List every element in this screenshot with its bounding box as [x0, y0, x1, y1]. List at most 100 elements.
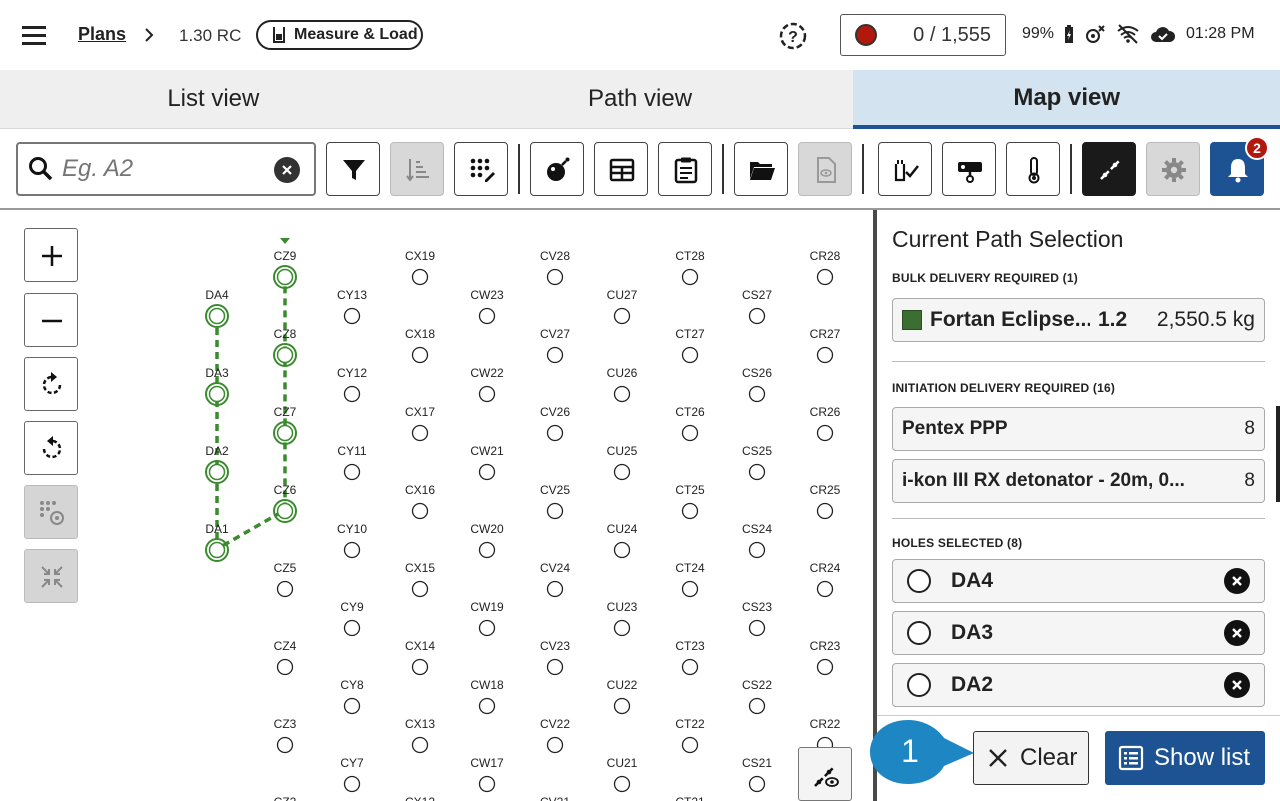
map-hole[interactable]: CY12: [337, 366, 367, 403]
map-hole[interactable]: CX18: [405, 327, 435, 364]
map-hole[interactable]: CR23: [810, 639, 841, 676]
zoom-in-button[interactable]: [24, 228, 78, 282]
breadcrumb-plans-link[interactable]: Plans: [78, 24, 126, 45]
map-hole[interactable]: CS21: [742, 756, 772, 793]
map-hole[interactable]: DA4: [205, 288, 229, 328]
hole-radio[interactable]: [907, 673, 931, 697]
map-hole[interactable]: CW19: [470, 600, 504, 637]
clear-search-icon[interactable]: [274, 157, 300, 183]
map-hole[interactable]: CS25: [742, 444, 772, 481]
map-hole[interactable]: CV22: [540, 717, 570, 754]
tab-map-view[interactable]: Map view: [853, 70, 1280, 129]
map-hole[interactable]: CZ9: [273, 249, 297, 289]
rotate-clockwise-button[interactable]: [24, 357, 78, 411]
remove-hole-icon[interactable]: [1224, 620, 1250, 646]
map-hole[interactable]: CS27: [742, 288, 772, 325]
selected-hole-row[interactable]: DA4: [892, 559, 1265, 603]
map-hole[interactable]: CT23: [675, 639, 705, 676]
map-hole[interactable]: CU27: [607, 288, 638, 325]
measure-load-pill[interactable]: Measure & Load: [256, 20, 423, 50]
map-hole[interactable]: CS24: [742, 522, 772, 559]
map-hole[interactable]: CT28: [675, 249, 705, 286]
path-visibility-button[interactable]: [798, 747, 852, 801]
map-hole[interactable]: CS23: [742, 600, 772, 637]
selected-hole-row[interactable]: DA2: [892, 663, 1265, 707]
map-hole[interactable]: CV21: [540, 795, 570, 801]
map-hole[interactable]: CR27: [810, 327, 841, 364]
map-hole[interactable]: CR24: [810, 561, 841, 598]
map-hole[interactable]: CU22: [607, 678, 638, 715]
hole-visibility-button[interactable]: [24, 485, 78, 539]
map-hole[interactable]: CW23: [470, 288, 504, 325]
map-hole[interactable]: CT21: [675, 795, 705, 801]
explosive-button[interactable]: [530, 142, 584, 196]
map-hole[interactable]: CY11: [337, 444, 367, 481]
map-hole[interactable]: CW22: [470, 366, 504, 403]
initiation-item[interactable]: Pentex PPP 8: [892, 407, 1265, 451]
selected-hole-row[interactable]: DA3: [892, 611, 1265, 655]
map-hole[interactable]: CX19: [405, 249, 435, 286]
bulk-delivery-item[interactable]: Fortan Eclipse... 1.2 2,550.5 kg: [892, 298, 1265, 342]
map-hole[interactable]: CU21: [607, 756, 638, 793]
tab-list-view[interactable]: List view: [0, 70, 427, 129]
help-icon[interactable]: ?: [777, 20, 809, 52]
remove-hole-icon[interactable]: [1224, 568, 1250, 594]
map-hole[interactable]: CV24: [540, 561, 570, 598]
map-hole[interactable]: CW21: [470, 444, 504, 481]
map-hole[interactable]: CY7: [340, 756, 364, 793]
rotate-counterclockwise-button[interactable]: [24, 421, 78, 475]
open-folder-button[interactable]: [734, 142, 788, 196]
tab-path-view[interactable]: Path view: [426, 70, 854, 129]
initiation-item[interactable]: i-kon III RX detonator - 20m, 0... 8: [892, 459, 1265, 503]
map-hole[interactable]: CW18: [470, 678, 504, 715]
map-hole[interactable]: CT22: [675, 717, 705, 754]
map-hole[interactable]: CX15: [405, 561, 435, 598]
map-hole[interactable]: CY10: [337, 522, 367, 559]
map-hole[interactable]: CR25: [810, 483, 841, 520]
map-hole[interactable]: CV25: [540, 483, 570, 520]
map-hole[interactable]: CZ4: [274, 639, 297, 676]
search-input[interactable]: [62, 155, 262, 183]
map-hole[interactable]: CW20: [470, 522, 504, 559]
sort-button[interactable]: [390, 142, 444, 196]
map-hole[interactable]: CX13: [405, 717, 435, 754]
map-hole[interactable]: CV27: [540, 327, 570, 364]
map-hole[interactable]: CT25: [675, 483, 705, 520]
map-hole[interactable]: CV28: [540, 249, 570, 286]
edit-pattern-button[interactable]: [454, 142, 508, 196]
show-list-button[interactable]: Show list: [1105, 731, 1265, 785]
map-hole[interactable]: CS22: [742, 678, 772, 715]
hole-radio[interactable]: [907, 621, 931, 645]
map-hole[interactable]: DA3: [205, 366, 229, 406]
map-hole[interactable]: CZ5: [274, 561, 297, 598]
truck-button[interactable]: [942, 142, 996, 196]
map-hole[interactable]: CU24: [607, 522, 638, 559]
map-hole[interactable]: CX12: [405, 795, 435, 801]
map-hole[interactable]: CT27: [675, 327, 705, 364]
table-button[interactable]: [594, 142, 648, 196]
view-file-button[interactable]: [798, 142, 852, 196]
map-hole[interactable]: CV26: [540, 405, 570, 442]
hole-counter[interactable]: 0 / 1,555: [840, 14, 1006, 56]
map-hole[interactable]: CX14: [405, 639, 435, 676]
clipboard-button[interactable]: [658, 142, 712, 196]
collapse-view-button[interactable]: [24, 549, 78, 603]
panel-scrollbar[interactable]: [1276, 406, 1280, 502]
map-hole[interactable]: CR28: [810, 249, 841, 286]
map-hole[interactable]: DA1: [205, 522, 229, 562]
zoom-out-button[interactable]: [24, 293, 78, 347]
path-tool-button[interactable]: [1082, 142, 1136, 196]
clear-button[interactable]: Clear: [973, 731, 1089, 785]
filter-button[interactable]: [326, 142, 380, 196]
map-hole[interactable]: CY9: [340, 600, 364, 637]
map-canvas[interactable]: CZ9 CZ8 CZ7 CZ6 CZ5 CZ4 CZ3 CZ2 CY13 CY12 CY11 CY10…: [0, 210, 873, 801]
hole-check-button[interactable]: [878, 142, 932, 196]
map-hole[interactable]: CS26: [742, 366, 772, 403]
hole-radio[interactable]: [907, 569, 931, 593]
remove-hole-icon[interactable]: [1224, 672, 1250, 698]
map-hole[interactable]: CW17: [470, 756, 504, 793]
map-hole[interactable]: CU23: [607, 600, 638, 637]
map-hole[interactable]: CY13: [337, 288, 367, 325]
temperature-button[interactable]: [1006, 142, 1060, 196]
map-hole[interactable]: CZ3: [274, 717, 297, 754]
